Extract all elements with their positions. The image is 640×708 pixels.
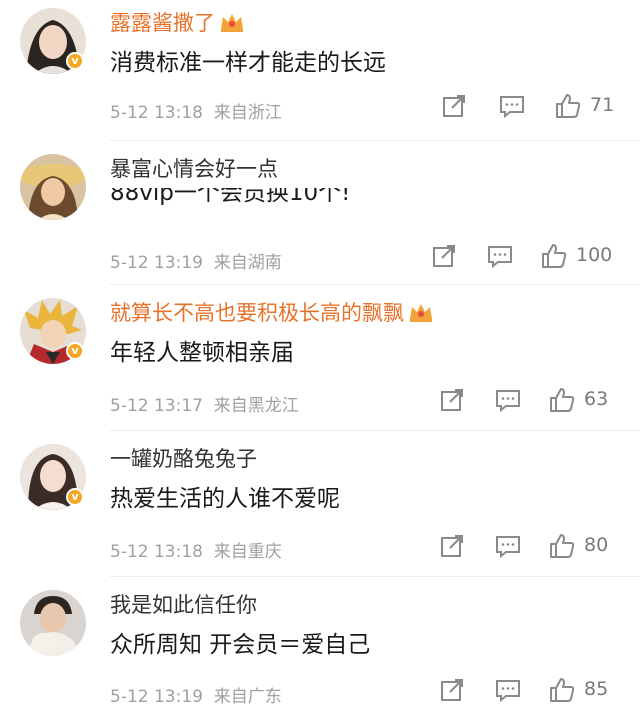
username[interactable]: 暴富心情会好一点 xyxy=(110,156,278,182)
avatar[interactable] xyxy=(20,154,86,220)
avatar[interactable] xyxy=(20,590,86,656)
comment-icon[interactable] xyxy=(494,532,522,564)
like-count: 100 xyxy=(576,244,613,266)
comment-meta: 5-12 13:19 来自广东 xyxy=(110,687,282,707)
divider xyxy=(110,284,640,285)
divider xyxy=(110,140,640,141)
verified-badge-icon: v xyxy=(66,488,84,506)
comment-text: 消费标准一样才能走的长远 xyxy=(110,50,386,76)
like-count: 63 xyxy=(584,388,609,410)
comment-text: 88vip一个会员换10个! xyxy=(110,188,351,206)
comment-text: 众所周知 开会员＝爱自己 xyxy=(110,632,371,658)
share-icon[interactable] xyxy=(438,532,466,564)
like-count: 71 xyxy=(590,94,615,116)
share-icon[interactable] xyxy=(440,92,468,124)
like-count: 80 xyxy=(584,534,609,556)
comment-icon[interactable] xyxy=(498,92,526,124)
divider xyxy=(110,576,640,577)
like-icon[interactable] xyxy=(540,242,568,274)
like-icon[interactable] xyxy=(554,92,582,124)
comment-text: 年轻人整顿相亲届 xyxy=(110,340,294,366)
share-icon[interactable] xyxy=(430,242,458,274)
verified-badge-icon: v xyxy=(66,52,84,70)
crown-icon xyxy=(219,11,245,39)
username[interactable]: 一罐奶酪兔兔子 xyxy=(110,446,257,472)
like-icon[interactable] xyxy=(548,676,576,708)
username[interactable]: 我是如此信任你 xyxy=(110,592,257,618)
comment-meta: 5-12 13:18 来自重庆 xyxy=(110,542,282,562)
comment-icon[interactable] xyxy=(486,242,514,274)
username[interactable]: 就算长不高也要积极长高的飘飘 xyxy=(110,300,434,329)
divider xyxy=(110,430,640,431)
username[interactable]: 露露酱撒了 xyxy=(110,10,245,39)
crown-icon xyxy=(408,301,434,329)
comment-meta: 5-12 13:18 来自浙江 xyxy=(110,103,282,123)
share-icon[interactable] xyxy=(438,676,466,708)
comment-text: 热爱生活的人谁不爱呢 xyxy=(110,486,340,512)
comment-meta: 5-12 13:19 来自湖南 xyxy=(110,253,282,273)
comment-icon[interactable] xyxy=(494,386,522,418)
like-icon[interactable] xyxy=(548,386,576,418)
like-count: 85 xyxy=(584,678,609,700)
verified-badge-icon: v xyxy=(66,342,84,360)
comment-meta: 5-12 13:17 来自黑龙江 xyxy=(110,396,299,416)
share-icon[interactable] xyxy=(438,386,466,418)
like-icon[interactable] xyxy=(548,532,576,564)
comment-icon[interactable] xyxy=(494,676,522,708)
